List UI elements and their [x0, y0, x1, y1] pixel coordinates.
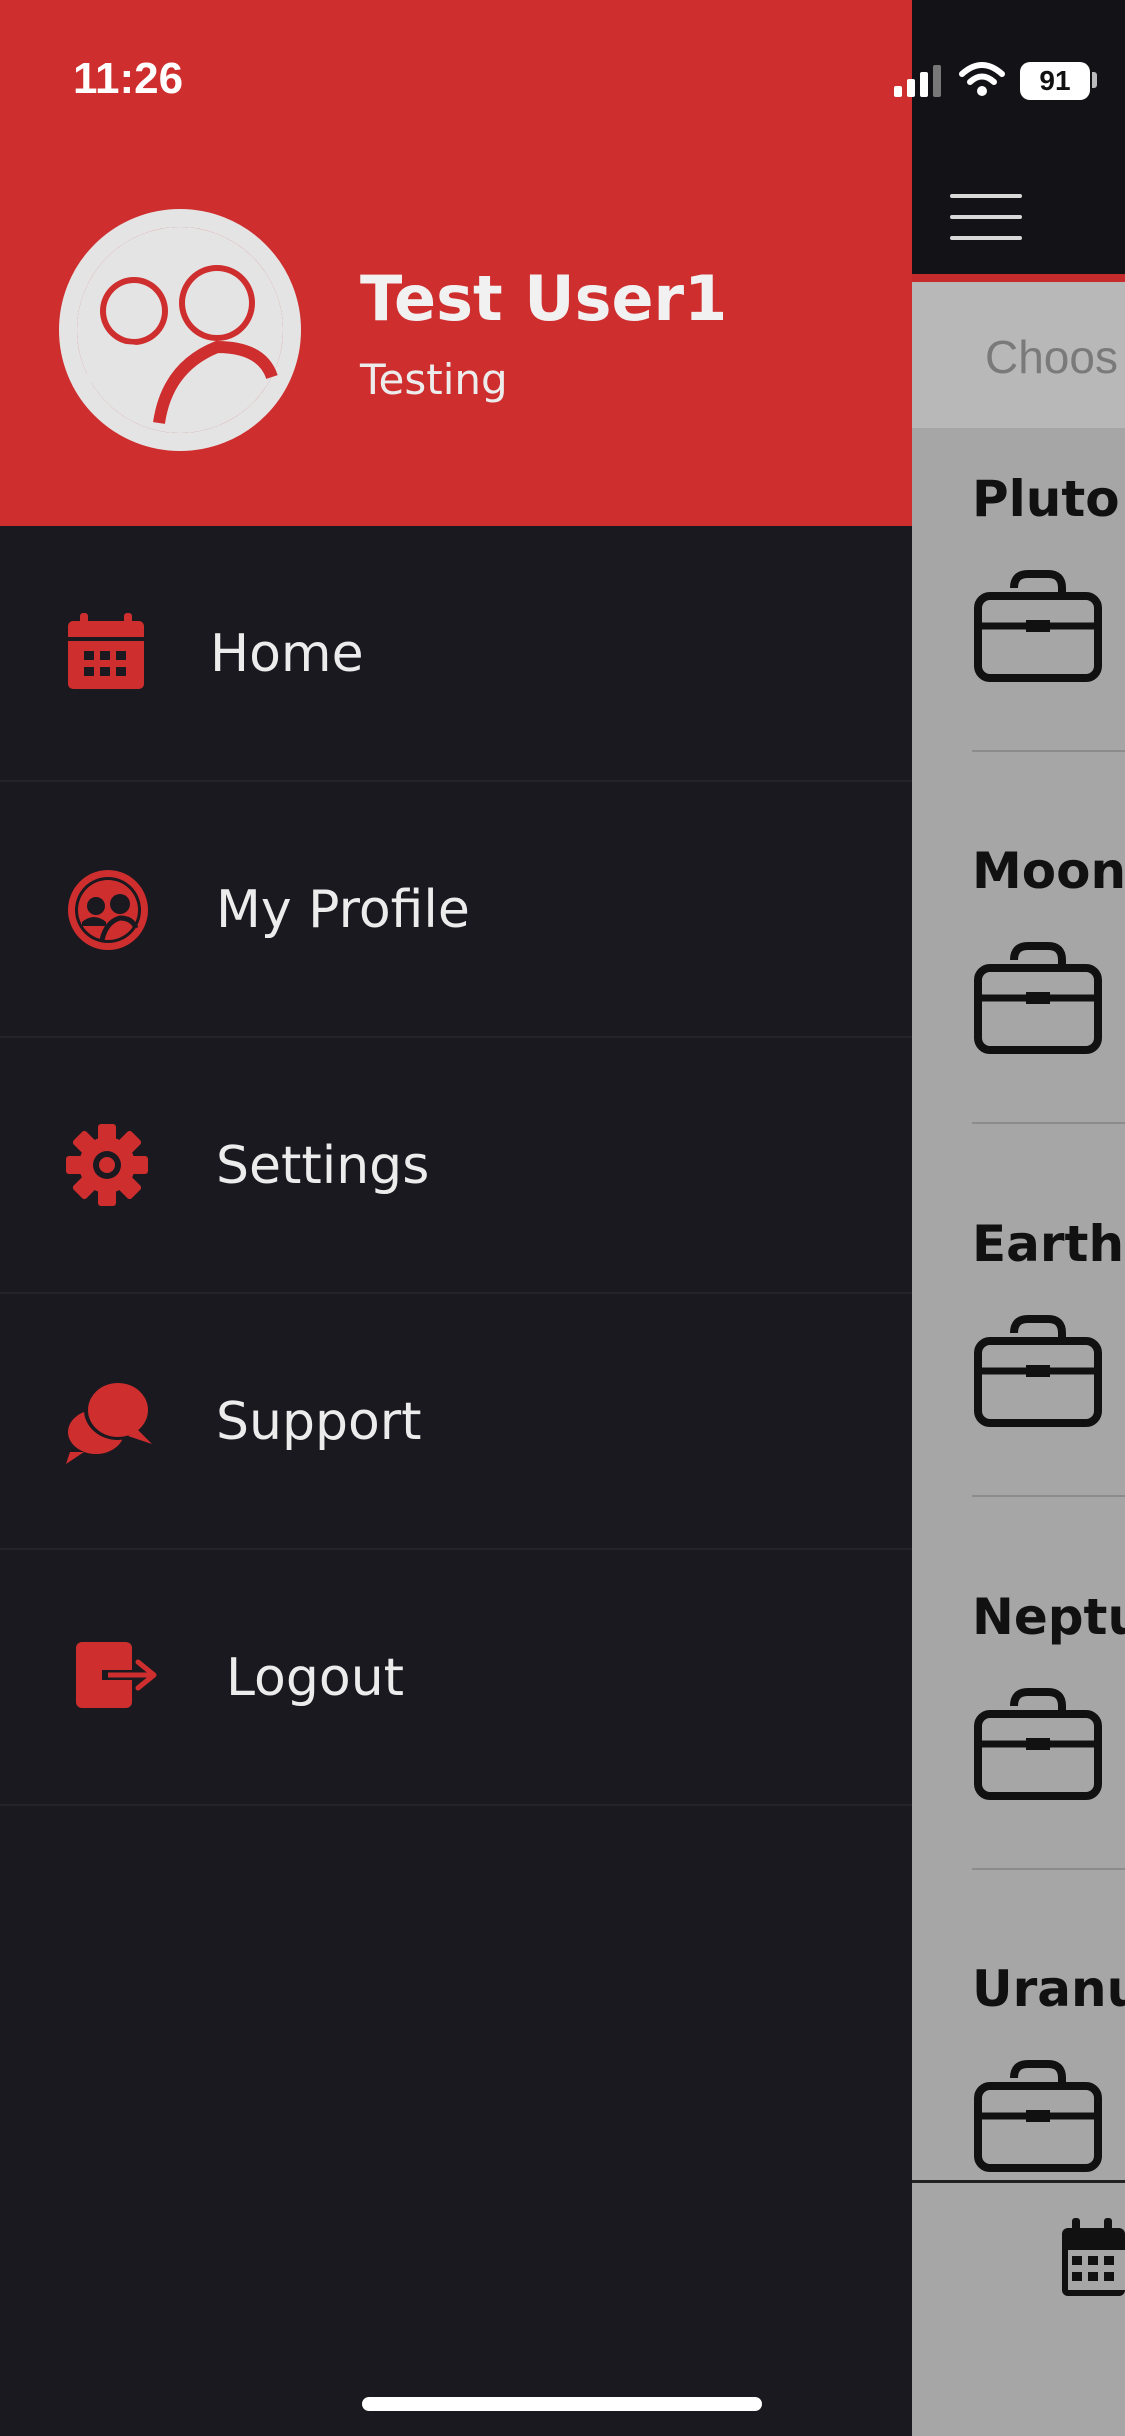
planet-name: Earth: [972, 1215, 1125, 1273]
planet-list-item[interactable]: Earth: [972, 1215, 1125, 1515]
planet-name: Pluto: [972, 470, 1120, 528]
navigation-drawer: Test User1 Testing Home My Profile Setti…: [0, 0, 912, 2436]
planet-divider: [972, 1122, 1125, 1124]
planet-divider: [972, 750, 1125, 752]
wifi-icon: [959, 62, 1005, 96]
planet-name: Neptu: [972, 1588, 1125, 1646]
menu-label: Support: [216, 1392, 422, 1452]
menu-label: Logout: [226, 1648, 405, 1708]
planet-divider: [972, 1495, 1125, 1497]
menu-label: Settings: [216, 1136, 430, 1196]
menu-label: Home: [210, 624, 364, 684]
briefcase-icon: [974, 2060, 1102, 2172]
gear-icon: [66, 1124, 148, 1206]
calendar-icon: [68, 613, 144, 689]
menu-item-support[interactable]: Support: [0, 1294, 912, 1550]
user-name: Test User1: [360, 262, 728, 335]
battery-indicator: 91: [1020, 62, 1090, 100]
planet-divider: [972, 1868, 1125, 1870]
calendar-tab-icon[interactable]: [1058, 2216, 1125, 2300]
hamburger-menu-icon[interactable]: [950, 194, 1022, 240]
briefcase-icon: [974, 1315, 1102, 1427]
battery-tip: [1092, 72, 1097, 88]
profile-icon: [68, 870, 148, 950]
planet-list-item[interactable]: Neptu: [972, 1588, 1125, 1888]
menu-item-settings[interactable]: Settings: [0, 1038, 912, 1294]
chat-bubbles-icon: [66, 1380, 152, 1464]
background-tabbar-divider: [912, 2180, 1125, 2183]
briefcase-icon: [974, 942, 1102, 1054]
menu-item-my-profile[interactable]: My Profile: [0, 782, 912, 1038]
planet-list-item[interactable]: Pluto: [972, 470, 1125, 770]
menu-label: My Profile: [216, 880, 470, 940]
menu-item-logout[interactable]: Logout: [0, 1550, 912, 1806]
planet-list-item[interactable]: Moon: [972, 842, 1125, 1142]
planet-name: Moon: [972, 842, 1125, 900]
planet-list-item[interactable]: Uranu: [972, 1960, 1125, 2180]
home-indicator[interactable]: [362, 2397, 762, 2411]
logout-icon: [76, 1642, 157, 1708]
planet-name: Uranu: [972, 1960, 1125, 2018]
background-chooser-placeholder: Choos: [985, 331, 1118, 383]
cellular-signal-icon: [894, 65, 941, 97]
briefcase-icon: [974, 570, 1102, 682]
status-time: 11:26: [73, 54, 184, 103]
menu-item-home[interactable]: Home: [0, 526, 912, 782]
user-role: Testing: [360, 355, 508, 404]
briefcase-icon: [974, 1688, 1102, 1800]
avatar[interactable]: [57, 207, 303, 453]
